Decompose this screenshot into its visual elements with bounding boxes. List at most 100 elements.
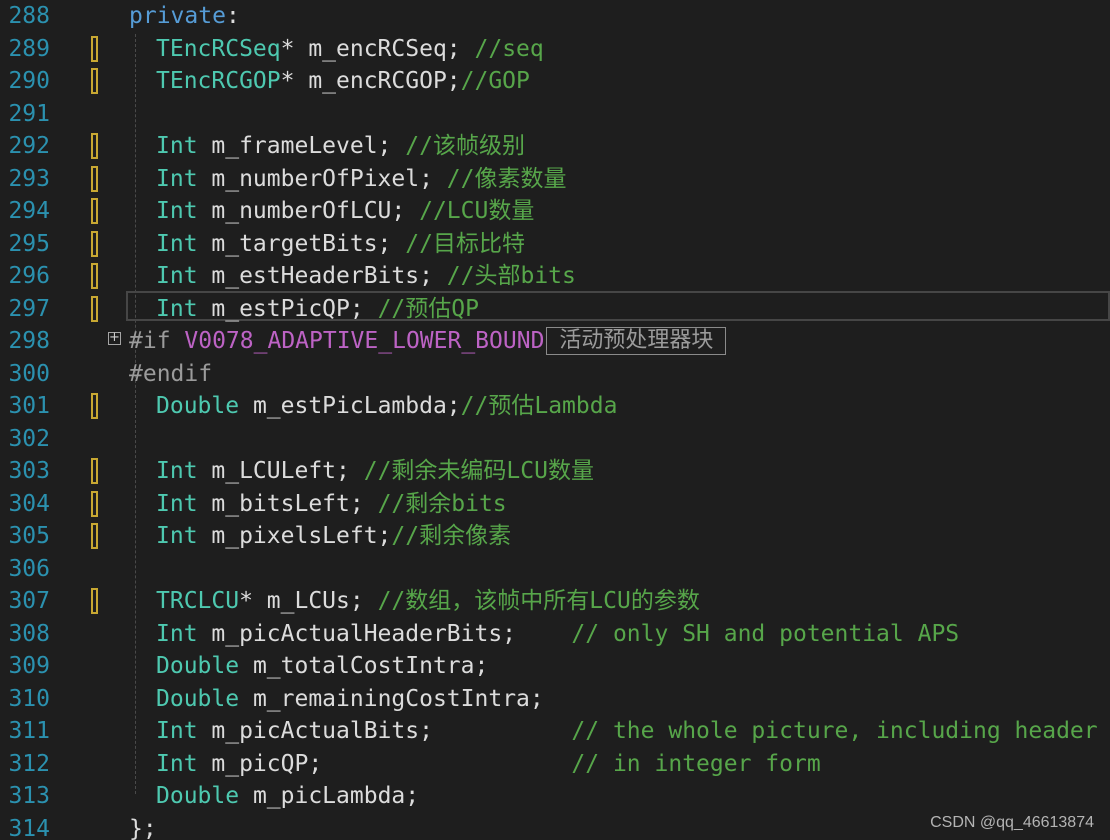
code-line[interactable]: 310 Double m_remainingCostIntra; [0,683,1110,716]
code-token: V0078_ADAPTIVE_LOWER_BOUND [184,328,545,354]
collapsed-block-label[interactable]: 活动预处理器块 [546,327,727,355]
code-token: TEncRCSeq [156,35,281,62]
code-text[interactable]: Int m_estPicQP; //预估QP [156,293,479,326]
line-number: 293 [8,165,50,192]
code-text[interactable]: Int m_frameLevel; //该帧级别 [156,130,525,163]
code-text[interactable]: Double m_remainingCostIntra; [156,683,544,716]
code-line[interactable]: 288 private: [0,0,1110,33]
code-line[interactable]: 307 TRCLCU* m_LCUs; //数组，该帧中所有LCU的参数 [0,585,1110,618]
code-line[interactable]: 290 TEncRCGOP* m_encRCGOP;//GOP [0,65,1110,98]
code-text[interactable]: #endif [129,358,212,391]
code-token: m_totalCostIntra; [239,653,489,679]
code-line[interactable]: 291 [0,98,1110,131]
code-line[interactable]: 296 Int m_estHeaderBits; //头部bits [0,260,1110,293]
code-line[interactable]: 292 Int m_frameLevel; //该帧级别 [0,130,1110,163]
code-token: Int [156,750,198,777]
code-token: m_LCULeft; [197,458,364,484]
code-line[interactable]: 295 Int m_targetBits; //目标比特 [0,228,1110,261]
change-marker [91,230,98,257]
code-text[interactable]: private: [129,0,240,33]
code-text[interactable]: #if V0078_ADAPTIVE_LOWER_BOUND 活动预处理器块 [129,325,727,358]
line-number: 309 [8,653,50,679]
code-line[interactable]: 309 Double m_totalCostIntra; [0,650,1110,683]
code-text[interactable]: Int m_numberOfPixel; //像素数量 [156,163,567,196]
code-line[interactable]: 300 #endif [0,358,1110,391]
code-token: : [225,3,240,29]
code-token: TRCLCU [156,588,240,614]
code-text[interactable]: Int m_picQP; // in integer form [156,748,821,781]
change-marker [91,35,98,62]
code-text[interactable]: TEncRCGOP* m_encRCGOP;//GOP [156,65,530,98]
code-token: m_frameLevel; [197,133,406,159]
code-line[interactable]: 305 Int m_pixelsLeft;//剩余像素 [0,520,1110,553]
code-token: //LCU数量 [419,198,535,224]
code-line[interactable]: 312 Int m_picQP; // in integer form [0,748,1110,781]
code-text[interactable]: Int m_bitsLeft; //剩余bits [156,488,507,521]
code-line[interactable]: 308 Int m_picActualHeaderBits; // only SH… [0,618,1110,651]
code-token: Int [156,295,198,322]
code-editor[interactable]: 288 private: 289 TEncRCSeq* m_encRCSeq; //s… [0,0,1110,840]
code-text[interactable]: Double m_picLambda; [156,780,419,813]
line-number: 300 [8,360,50,387]
code-token: Int [156,458,198,484]
code-text[interactable]: Double m_totalCostIntra; [156,650,488,683]
code-token: m_picLambda; [239,783,420,809]
change-marker [91,68,98,94]
line-number: 310 [8,685,50,712]
code-text[interactable]: Int m_numberOfLCU; //LCU数量 [156,195,534,228]
code-text[interactable]: Int m_picActualBits; // the whole pictur… [156,715,1098,748]
code-token: Int [156,198,198,224]
change-marker [91,588,98,614]
line-number: 292 [8,133,50,159]
line-number: 290 [8,68,50,94]
code-text[interactable]: TEncRCSeq* m_encRCSeq; //seq [156,33,544,66]
change-marker [91,198,98,224]
code-token: m_estPicLambda; [239,393,461,419]
code-token: m_picQP; [197,750,572,777]
code-token: //剩余像素 [391,523,512,549]
change-marker [91,165,98,192]
change-marker [91,523,98,549]
code-token: //预估Lambda [460,393,618,419]
code-token: // in integer form [571,750,821,777]
code-line[interactable]: 301 Double m_estPicLambda;//预估Lambda [0,390,1110,423]
code-token: //像素数量 [446,165,567,192]
code-token: m_pixelsLeft; [197,523,392,549]
code-text[interactable]: Int m_pixelsLeft;//剩余像素 [156,520,511,553]
code-token: Int [156,490,198,517]
code-text[interactable]: Double m_estPicLambda;//预估Lambda [156,390,617,423]
code-line[interactable]: 294 Int m_numberOfLCU; //LCU数量 [0,195,1110,228]
code-token: //剩余未编码LCU数量 [363,458,594,484]
line-number: 303 [8,458,50,484]
code-line[interactable]: 298 #if V0078_ADAPTIVE_LOWER_BOUND 活动预处理器块 [0,325,1110,358]
code-text[interactable]: Int m_targetBits; //目标比特 [156,228,525,261]
code-text[interactable]: Int m_estHeaderBits; //头部bits [156,260,576,293]
code-line[interactable]: 302 [0,423,1110,456]
code-token: // the whole picture, including header [571,718,1098,744]
code-line[interactable]: 293 Int m_numberOfPixel; //像素数量 [0,163,1110,196]
code-token: private [129,3,226,29]
code-token: m_targetBits; [197,230,406,257]
code-token: Int [156,165,198,192]
code-token: TEncRCGOP [156,68,281,94]
code-text[interactable]: Int m_picActualHeaderBits; // only SH an… [156,618,959,651]
code-line[interactable]: 306 [0,553,1110,586]
line-number: 311 [8,718,50,744]
code-token: //数组，该帧中所有LCU的参数 [377,588,700,614]
code-line[interactable]: 313 Double m_picLambda; [0,780,1110,813]
expand-fold-icon[interactable]: + [108,331,121,345]
line-number: 294 [8,198,50,224]
code-text[interactable]: TRCLCU* m_LCUs; //数组，该帧中所有LCU的参数 [156,585,700,618]
code-token: * m_encRCGOP; [280,68,461,94]
code-text[interactable]: }; [129,813,157,840]
code-token: //剩余bits [377,490,507,517]
code-line[interactable]: 303 Int m_LCULeft; //剩余未编码LCU数量 [0,455,1110,488]
change-marker [91,393,98,419]
code-line[interactable]: 297 Int m_estPicQP; //预估QP [0,293,1110,326]
code-line[interactable]: 311 Int m_picActualBits; // the whole pic… [0,715,1110,748]
code-token: //预估QP [377,295,479,322]
code-text[interactable]: Int m_LCULeft; //剩余未编码LCU数量 [156,455,594,488]
code-line[interactable]: 289 TEncRCSeq* m_encRCSeq; //seq [0,33,1110,66]
code-token: Int [156,230,198,257]
code-line[interactable]: 304 Int m_bitsLeft; //剩余bits [0,488,1110,521]
